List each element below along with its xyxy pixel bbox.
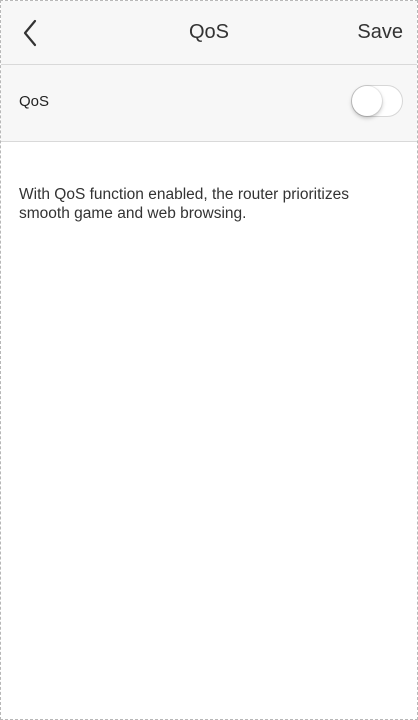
qos-setting-row: QoS xyxy=(1,65,417,142)
toggle-knob xyxy=(352,86,382,116)
qos-description: With QoS function enabled, the router pr… xyxy=(19,186,349,222)
navigation-bar: QoS Save xyxy=(1,1,417,65)
save-button[interactable]: Save xyxy=(357,21,403,44)
qos-label: QoS xyxy=(19,93,50,110)
page-title: QoS xyxy=(188,21,230,43)
qos-screen: QoS Save QoS With QoS function enabled, … xyxy=(0,0,418,720)
qos-toggle[interactable] xyxy=(351,85,403,117)
